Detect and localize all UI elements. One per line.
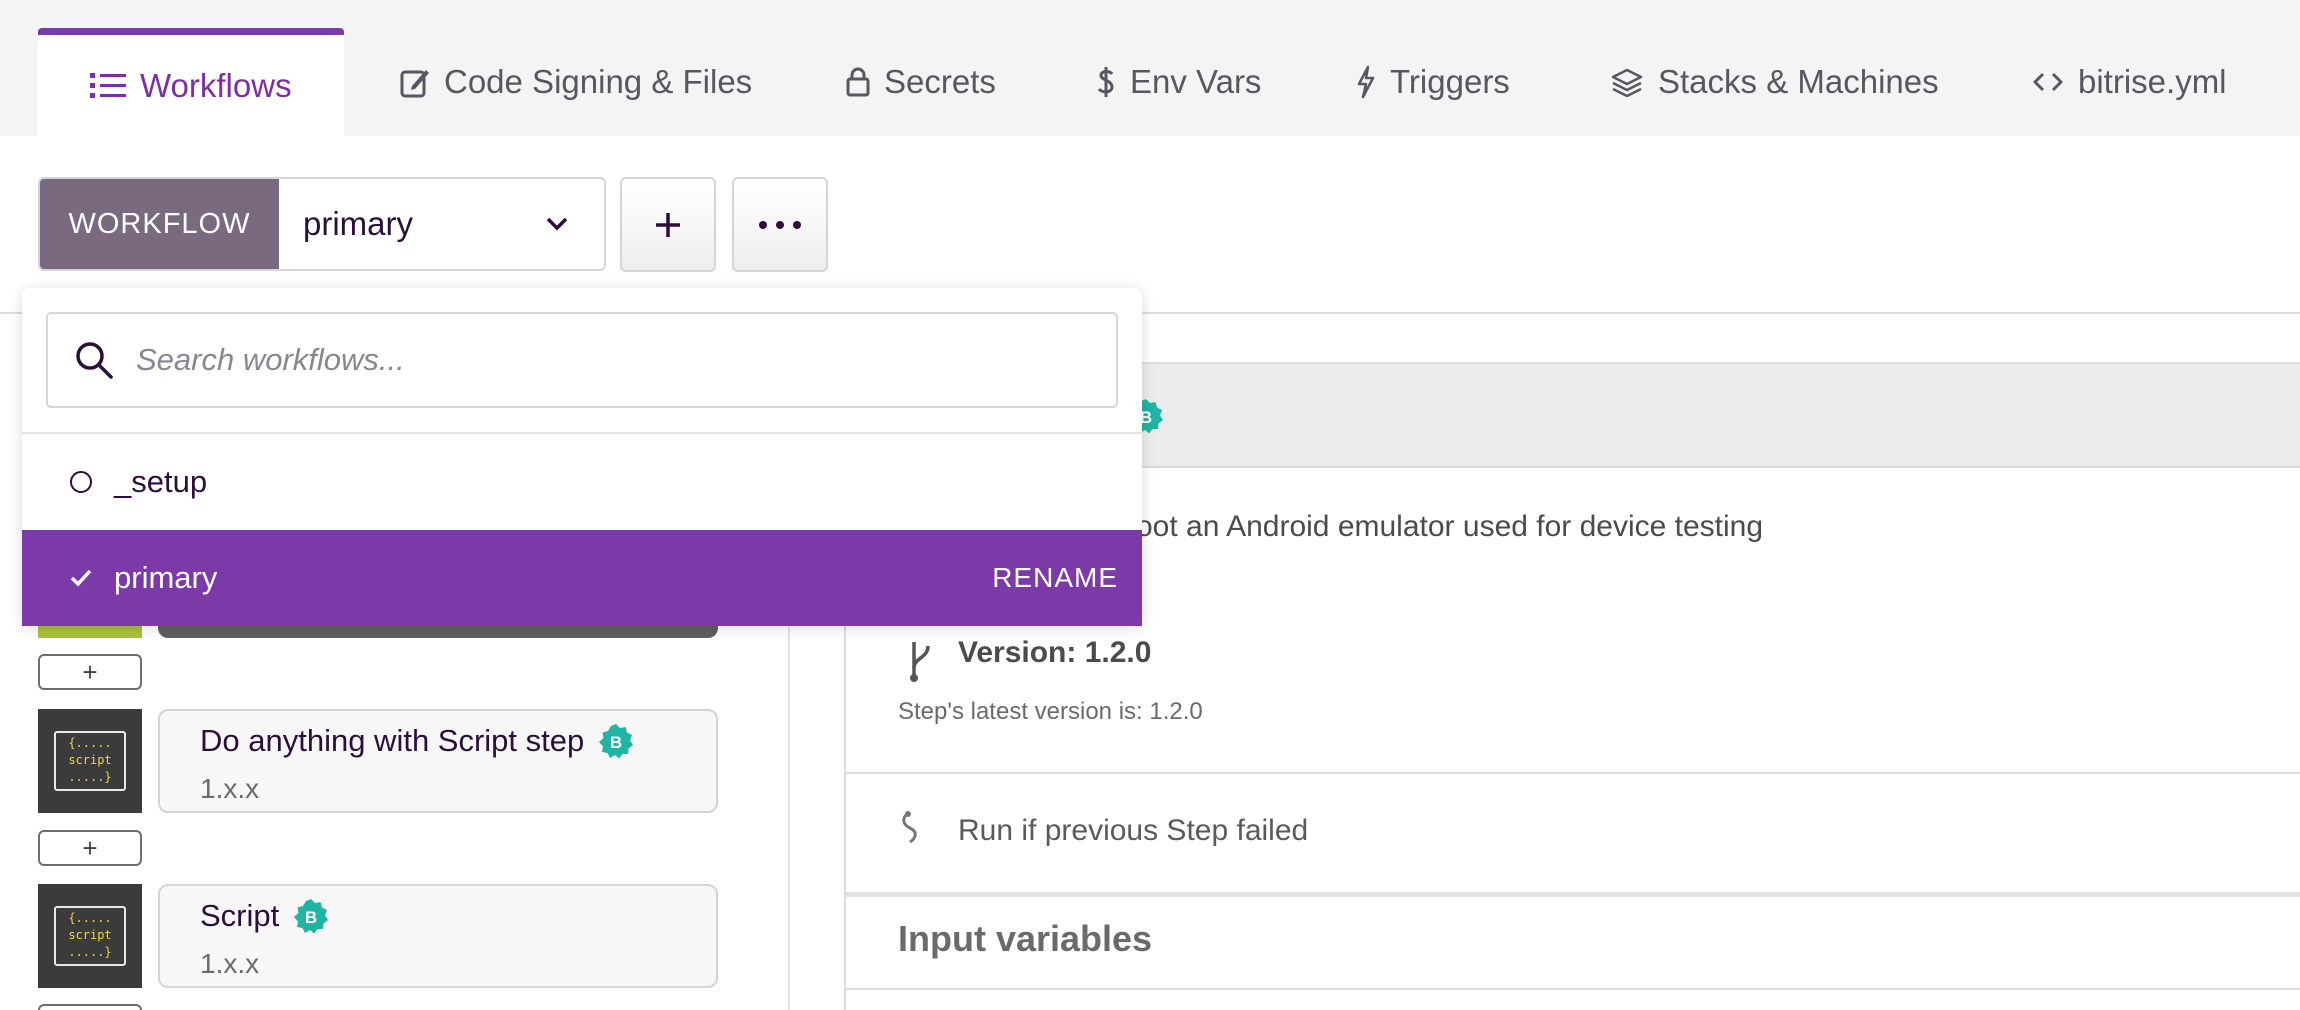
tab-stacks-machines[interactable]: Stacks & Machines (1610, 28, 1939, 136)
tab-workflows[interactable]: Workflows (38, 28, 344, 136)
step-version-label[interactable]: Version: 1.2.0 (958, 636, 1151, 670)
ellipsis-icon (759, 220, 801, 229)
selected-workflow: primary (303, 205, 414, 242)
radio-icon (70, 471, 92, 493)
tab-label: Secrets (884, 63, 996, 100)
rename-button[interactable]: RENAME (992, 562, 1118, 594)
add-step-button[interactable]: + (38, 654, 142, 690)
workflow-selector[interactable]: WORKFLOW primary (38, 177, 606, 271)
tab-label: Code Signing & Files (444, 63, 753, 100)
input-variables-heading: Input variables (898, 918, 1153, 959)
chevron-down-icon (546, 217, 568, 231)
tab-bar: Workflows Code Signing & Files Secrets E… (0, 0, 2300, 136)
step-thumbnail[interactable]: {..... script.....} (38, 709, 142, 813)
lock-icon (846, 67, 870, 97)
workflow-select[interactable]: primary (279, 179, 604, 269)
run-if-toggle-label[interactable]: Run if previous Step failed (958, 814, 1308, 848)
search-icon (76, 342, 113, 379)
latest-version-text: Step's latest version is: 1.2.0 (898, 698, 1203, 725)
search-input[interactable] (136, 342, 1036, 378)
divider (846, 988, 2300, 990)
step-card[interactable]: Script B 1.x.x (158, 884, 718, 988)
tab-label: Triggers (1390, 63, 1510, 100)
tab-label: Stacks & Machines (1658, 63, 1939, 100)
run-if-icon (902, 811, 917, 844)
workflow-option-setup[interactable]: _setup (22, 434, 1142, 530)
workflow-label: WORKFLOW (40, 179, 279, 269)
list-icon (90, 72, 126, 98)
step-title: Do anything with Script step (200, 723, 585, 758)
script-logo: {..... script.....} (54, 731, 126, 791)
tab-label: bitrise.yml (2078, 63, 2227, 100)
divider (846, 772, 2300, 774)
branch-icon (910, 642, 930, 682)
bitrise-verified-badge-icon: B (294, 899, 329, 934)
code-icon (2033, 72, 2063, 92)
lightning-icon (1357, 65, 1375, 99)
tab-triggers[interactable]: Triggers (1356, 28, 1510, 136)
step-version: 1.x.x (200, 773, 260, 804)
tab-code-signing[interactable]: Code Signing & Files (400, 28, 752, 136)
add-workflow-button[interactable] (620, 177, 716, 272)
checkmark-icon (70, 569, 92, 587)
workflow-search[interactable] (46, 312, 1118, 408)
step-thumbnail[interactable]: {..... script.....} (38, 884, 142, 988)
add-step-button[interactable]: + (38, 830, 142, 866)
tab-label: Workflows (140, 66, 292, 104)
tab-bitrise-yml[interactable]: bitrise.yml (2032, 28, 2227, 136)
workflow-option-primary[interactable]: primary RENAME (22, 530, 1142, 626)
tab-env-vars[interactable]: Env Vars (1096, 28, 1261, 136)
more-options-button[interactable] (732, 177, 828, 272)
divider (846, 892, 2300, 897)
layers-icon (1611, 68, 1643, 97)
plus-icon (656, 212, 680, 237)
step-description: oot an Android emulator used for device … (1136, 510, 1764, 543)
add-step-button[interactable] (38, 1004, 142, 1010)
bitrise-verified-badge-icon: B (599, 724, 634, 759)
step-version: 1.x.x (200, 948, 260, 979)
step-title: Script (200, 898, 280, 933)
tab-label: Env Vars (1130, 63, 1262, 100)
svg-text:B: B (610, 733, 622, 752)
tab-secrets[interactable]: Secrets (846, 28, 996, 136)
script-logo: {..... script.....} (54, 906, 126, 966)
workflow-option-label: primary (114, 560, 218, 595)
workflow-dropdown: _setup primary RENAME (22, 288, 1142, 626)
step-card[interactable]: Do anything with Script step B 1.x.x (158, 709, 718, 813)
dollar-icon (1097, 67, 1114, 97)
edit-document-icon (400, 70, 429, 98)
svg-text:B: B (305, 908, 317, 927)
workflow-option-label: _setup (114, 464, 208, 499)
